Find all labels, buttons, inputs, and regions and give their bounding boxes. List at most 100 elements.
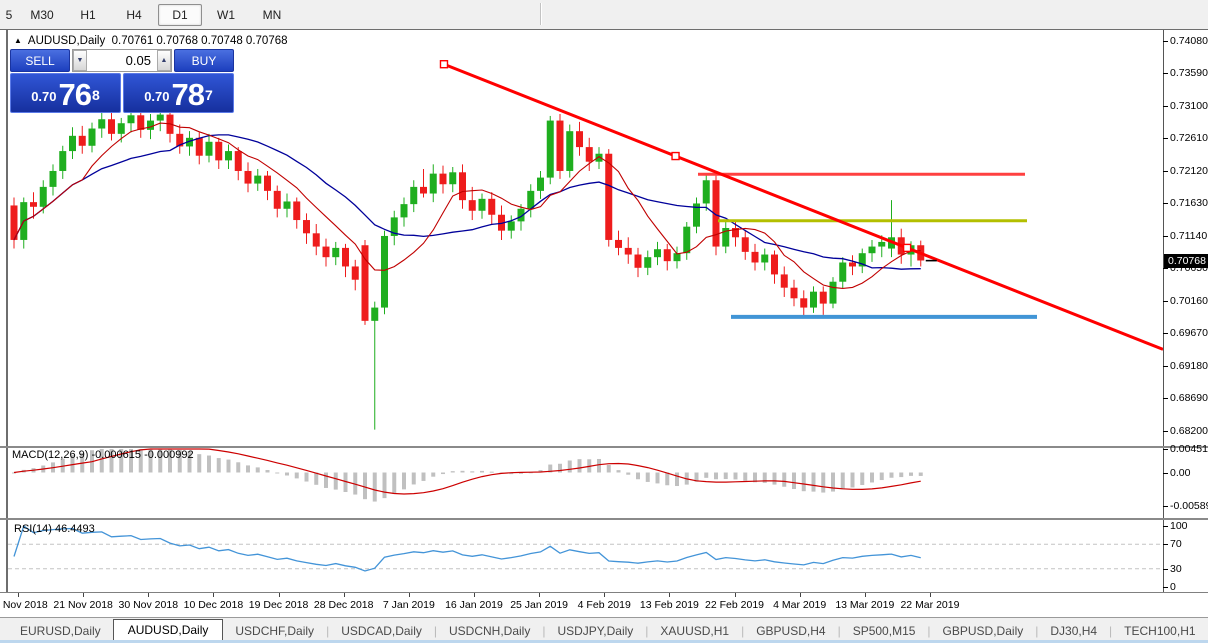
macd-histogram-bar — [714, 472, 718, 480]
candle-body — [410, 186, 418, 205]
price-axis-tick — [1163, 235, 1168, 237]
symbol-tab-gbpusd[interactable]: GBPUSD,Daily — [931, 620, 1036, 642]
macd-histogram-bar — [421, 472, 426, 481]
rsi-label: RSI(14) 46.4493 — [14, 523, 95, 535]
candle-body — [420, 186, 427, 194]
price-axis-tick — [1163, 41, 1168, 42]
symbol-tab-tech100[interactable]: TECH100,H1 — [1112, 620, 1207, 642]
macd-histogram-bar — [304, 472, 309, 482]
macd-histogram-bar — [314, 472, 319, 485]
volume-input[interactable] — [87, 50, 157, 71]
timeframe-button-mn[interactable]: MN — [250, 4, 294, 26]
candle-body — [195, 137, 203, 156]
macd-axis-label: -0.005899 — [1170, 500, 1208, 513]
macd-axis-label: 0.004517 — [1170, 443, 1208, 455]
macd-histogram-bar — [333, 472, 338, 490]
candle-body — [790, 287, 798, 299]
timeframe-button-m30[interactable]: M30 — [20, 4, 64, 26]
price-axis-label: 0.68200 — [1170, 424, 1208, 437]
time-axis-tick — [343, 593, 345, 597]
rsi-axis-label: 0 — [1170, 581, 1176, 593]
time-axis-label: 16 Jan 2019 — [445, 599, 503, 611]
rsi-axis-tick — [1163, 526, 1168, 527]
macd-histogram-bar — [480, 470, 484, 473]
rsi-axis-tick — [1163, 568, 1168, 570]
timeframe-toolbar: 5 M30 H1 H4 D1 W1 MN — [0, 0, 1208, 30]
macd-histogram-bar — [909, 472, 913, 476]
candle-body — [137, 115, 145, 130]
timeframe-button-h4[interactable]: H4 — [112, 4, 156, 26]
candle-body — [819, 291, 827, 304]
symbol-tab-sp500[interactable]: SP500,M15 — [841, 620, 928, 642]
sell-quote-panel[interactable]: 0.70 76 8 — [10, 73, 121, 113]
macd-histogram-bar — [889, 472, 894, 478]
rsi-axis-tick — [1163, 544, 1168, 546]
price-axis-tick — [1163, 268, 1168, 270]
candle-body — [810, 291, 817, 308]
candle-body — [615, 239, 622, 248]
price-axis-tick — [1163, 170, 1168, 172]
macd-histogram-bar — [246, 465, 250, 473]
time-axis-label: 10 Dec 2018 — [183, 599, 244, 611]
chart-symbol-label: AUDUSD,Daily — [27, 35, 106, 47]
symbol-tab-usdchf[interactable]: USDCHF,Daily — [223, 620, 326, 642]
symbol-tab-dj30[interactable]: DJ30,H4 — [1038, 620, 1109, 642]
candle-body — [108, 119, 115, 134]
buy-button[interactable]: BUY — [174, 49, 234, 72]
symbol-tab-usdcnh[interactable]: USDCNH,Daily — [437, 620, 542, 642]
rsi-indicator-chart[interactable] — [8, 520, 1163, 592]
time-axis[interactable]: 12 Nov 2018 21 Nov 2018 30 Nov 2018 10 Dec … — [0, 593, 1208, 617]
candle-body — [273, 190, 281, 209]
time-axis-tick — [148, 593, 150, 597]
rsi-axis-label: 30 — [1170, 562, 1182, 575]
trendline-anchor-handle[interactable] — [439, 60, 449, 69]
macd-histogram-bar — [626, 472, 631, 475]
macd-histogram-bar — [577, 459, 582, 473]
buy-quote-panel[interactable]: 0.70 78 7 — [123, 73, 234, 113]
timeframe-button-5[interactable]: 5 — [1, 4, 18, 26]
one-click-trade-panel: SELL ▼ ▲ BUY 0.70 76 8 0.70 78 — [10, 49, 234, 113]
macd-histogram-bar — [743, 472, 748, 481]
price-axis-label: 0.69670 — [1170, 327, 1208, 340]
time-axis-tick — [213, 593, 215, 597]
candle-body — [634, 254, 642, 268]
macd-histogram-bar — [372, 472, 377, 502]
symbol-tab-usdcad[interactable]: USDCAD,Daily — [329, 620, 434, 642]
time-axis-tick — [408, 593, 410, 597]
trendline-anchor-handle[interactable] — [671, 151, 680, 161]
candle-body — [576, 131, 583, 148]
macd-axis-tick — [1163, 449, 1168, 450]
macd-axis-tick — [1163, 506, 1168, 508]
trendline-anchor-handle[interactable] — [902, 243, 912, 253]
symbol-tab-usdjpy[interactable]: USDJPY,Daily — [545, 620, 645, 642]
candle-body — [488, 198, 496, 215]
macd-histogram-bar — [811, 472, 816, 492]
candle-body — [849, 262, 856, 267]
price-axis-label: 0.72120 — [1170, 164, 1208, 177]
timeframe-button-w1[interactable]: W1 — [204, 4, 248, 26]
symbol-tab-xauusd[interactable]: XAUUSD,H1 — [648, 620, 741, 642]
candle-body — [59, 151, 67, 171]
symbol-tab-eurusd[interactable]: EURUSD,Daily — [8, 620, 113, 642]
macd-histogram-bar — [431, 472, 436, 477]
macd-histogram-bar — [226, 459, 231, 473]
symbol-tab-gbpusd[interactable]: GBPUSD,H4 — [744, 620, 837, 642]
collapse-panel-icon[interactable]: ▲ — [14, 36, 22, 45]
sell-button[interactable]: SELL — [10, 49, 70, 72]
price-axis-tick — [1163, 105, 1168, 107]
candle-body — [215, 141, 223, 161]
buy-price-pip: 7 — [205, 87, 213, 103]
time-axis-label: 4 Feb 2019 — [577, 599, 631, 611]
macd-histogram-bar — [460, 470, 465, 473]
timeframe-button-h1[interactable]: H1 — [66, 4, 110, 26]
volume-decrease-button[interactable]: ▼ — [73, 50, 88, 71]
timeframe-button-d1[interactable]: D1 — [158, 3, 202, 26]
candle-body — [254, 175, 262, 184]
symbol-tab-audusd[interactable]: AUDUSD,Daily — [112, 618, 224, 641]
time-axis-label: 19 Dec 2018 — [248, 599, 309, 611]
time-axis-label: 7 Jan 2019 — [382, 599, 435, 611]
macd-histogram-bar — [606, 464, 611, 473]
time-axis-tick — [669, 593, 671, 597]
volume-increase-button[interactable]: ▲ — [156, 50, 171, 71]
macd-histogram-bar — [441, 472, 445, 475]
